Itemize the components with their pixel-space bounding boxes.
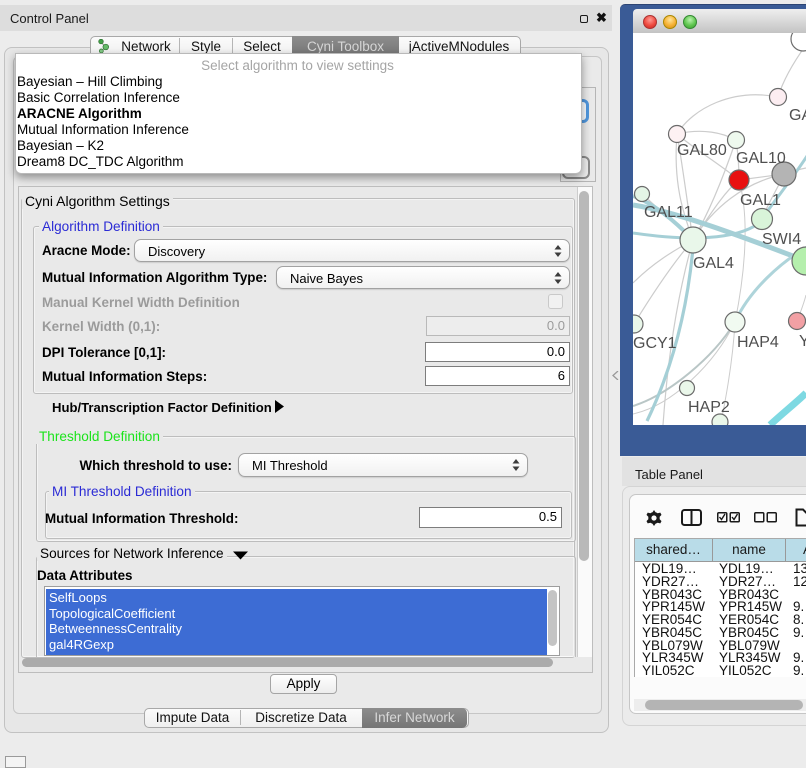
svg-text:SWI4: SWI4 — [762, 231, 801, 248]
svg-text:GCY1: GCY1 — [633, 335, 677, 352]
svg-text:GAL80: GAL80 — [677, 142, 727, 159]
svg-text:Y: Y — [799, 333, 806, 350]
svg-text:GAL1: GAL1 — [740, 192, 781, 209]
svg-text:GAL4: GAL4 — [693, 255, 734, 272]
svg-text:GAL: GAL — [789, 107, 806, 124]
svg-text:GAL11: GAL11 — [644, 204, 693, 221]
svg-text:GAL10: GAL10 — [736, 150, 786, 167]
svg-text:HAP4: HAP4 — [737, 334, 779, 351]
svg-text:HAP2: HAP2 — [688, 399, 730, 416]
